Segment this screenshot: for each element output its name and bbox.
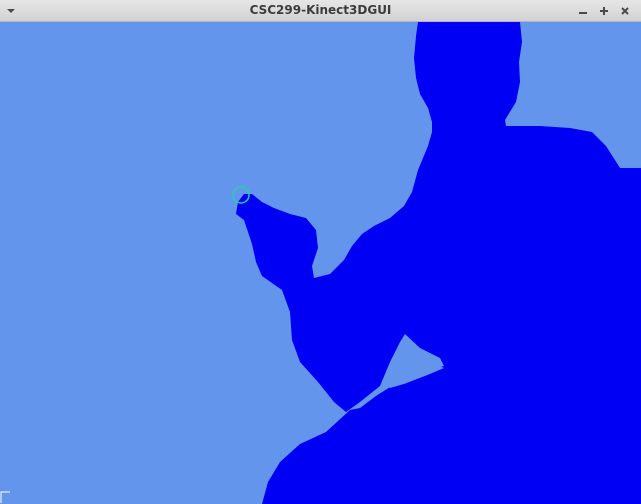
minimize-button[interactable] (575, 3, 591, 19)
minimize-icon (579, 12, 587, 14)
maximize-icon (600, 7, 608, 15)
app-window: CSC299-Kinect3DGUI (0, 0, 641, 504)
title-bar[interactable]: CSC299-Kinect3DGUI (0, 0, 641, 22)
depth-scene (0, 22, 641, 504)
window-title: CSC299-Kinect3DGUI (249, 3, 392, 17)
maximize-button[interactable] (596, 3, 612, 19)
close-icon (621, 7, 629, 15)
close-button[interactable] (617, 3, 633, 19)
depth-view-canvas[interactable] (0, 22, 641, 504)
